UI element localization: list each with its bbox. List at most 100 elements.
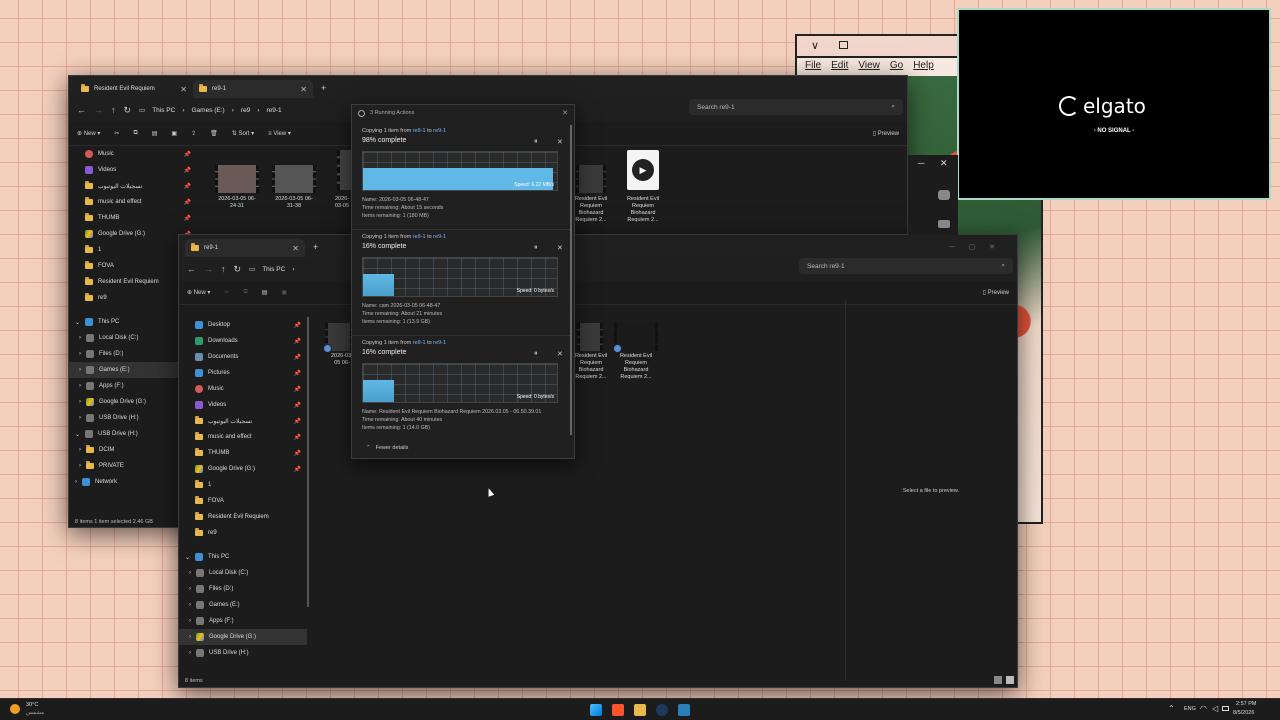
sidebar-item-re9[interactable]: re9 [179, 525, 307, 541]
volume-icon[interactable]: ◁ [1212, 704, 1218, 713]
menu-help[interactable]: Help [913, 60, 934, 71]
sidebar-item-thumb[interactable]: THUMB 📌 [179, 445, 307, 461]
sidebar-item-pictures[interactable]: Pictures 📌 [179, 365, 307, 381]
menu-file[interactable]: File [805, 60, 821, 71]
steam-icon[interactable] [656, 704, 668, 716]
new-button[interactable]: ⊕ New ▾ [77, 130, 100, 137]
scrollbar[interactable] [307, 317, 309, 607]
file-thumbnail[interactable] [272, 165, 316, 193]
discord-icon[interactable] [938, 190, 950, 200]
details-view-icon[interactable] [994, 676, 1002, 684]
paste-icon[interactable]: ▤ [152, 130, 158, 137]
tab-re9-1[interactable]: re9-1 ✕ [193, 80, 313, 98]
media-file-icon[interactable]: ▶ [627, 150, 659, 190]
new-button[interactable]: ⊕ New ▾ [187, 289, 210, 296]
chevron-down-icon[interactable]: ∨ [811, 39, 819, 52]
delete-icon[interactable]: 🗑 [210, 130, 218, 137]
sidebar-item-music[interactable]: Music 📌 [179, 381, 307, 397]
sidebar-item-h[interactable]: › USB Drive (H:) [179, 645, 307, 661]
dialog-scrollbar[interactable] [570, 125, 572, 435]
maximize-icon[interactable] [839, 41, 848, 49]
menu-go[interactable]: Go [890, 60, 903, 71]
weather-icon[interactable] [10, 704, 20, 714]
sidebar-item-google-drive[interactable]: Google Drive (G:)📌 [179, 461, 307, 477]
sidebar-item-youtube[interactable]: تسجيلات اليوتيوب 📌 [179, 413, 307, 429]
file-thumbnail[interactable] [577, 323, 603, 351]
preview-button[interactable]: ▯ Preview [983, 289, 1009, 296]
fewer-details-button[interactable]: ⌃ Fewer details [366, 445, 408, 451]
pause-icon[interactable]: ⏸ [534, 138, 538, 146]
cancel-icon[interactable]: ✕ [557, 138, 563, 146]
search-input[interactable]: Search re9-1 ⌕ [689, 99, 903, 115]
search-input[interactable]: Search re9-1 ⌕ [799, 258, 1013, 274]
view-button[interactable]: ≡ View ▾ [268, 130, 291, 137]
back-icon[interactable]: ← [77, 105, 86, 115]
sidebar-item-thumb[interactable]: THUMB 📌 [69, 210, 197, 226]
sidebar-item-e[interactable]: › Games (E:) [179, 597, 307, 613]
language-indicator[interactable]: ENG [1184, 706, 1196, 712]
sidebar-item-g[interactable]: › Google Drive (G:) [179, 629, 307, 645]
pause-icon[interactable]: ⏸ [534, 350, 538, 358]
rename-icon[interactable]: ▣ [171, 130, 177, 137]
clock-date[interactable]: 8/5/2026 [1233, 710, 1254, 716]
close-icon[interactable]: ✕ [562, 109, 568, 117]
new-tab-icon[interactable]: + [321, 83, 326, 93]
tab-resident-evil[interactable]: Resident Evil Requiem ✕ [75, 80, 193, 98]
youtube-icon[interactable] [938, 220, 950, 228]
breadcrumb[interactable]: ▭ This PC › Games (E:) › re9 › re9-1 [139, 106, 282, 115]
sidebar-item-music[interactable]: Music 📌 [69, 146, 197, 162]
sidebar-item-videos[interactable]: Videos 📌 [179, 397, 307, 413]
pause-icon[interactable]: ⏸ [534, 244, 538, 252]
cancel-icon[interactable]: ✕ [557, 350, 563, 358]
cancel-icon[interactable]: ✕ [557, 244, 563, 252]
close-icon[interactable]: ✕ [940, 158, 948, 169]
sort-button[interactable]: ⇅ Sort ▾ [232, 130, 254, 137]
sidebar-item-documents[interactable]: Documents 📌 [179, 349, 307, 365]
tiles-view-icon[interactable] [1006, 676, 1014, 684]
sidebar-item-music-effect[interactable]: music and effect 📌 [179, 429, 307, 445]
paste-icon[interactable]: ▤ [262, 289, 268, 296]
sidebar-item-videos[interactable]: Videos 📌 [69, 162, 197, 178]
cut-icon[interactable]: ✂ [114, 130, 119, 137]
forward-icon[interactable]: → [204, 264, 213, 274]
back-icon[interactable]: ← [187, 264, 196, 274]
preview-button[interactable]: ▯ Preview [873, 130, 899, 137]
sidebar-item-c[interactable]: › Local Disk (C:) [179, 565, 307, 581]
clock-time[interactable]: 2:57 PM [1236, 701, 1256, 707]
sidebar-item-desktop[interactable]: Desktop 📌 [179, 317, 307, 333]
file-thumbnail[interactable] [576, 165, 606, 193]
start-icon[interactable] [590, 704, 602, 716]
up-icon[interactable]: ↑ [221, 264, 226, 274]
up-icon[interactable]: ↑ [111, 105, 116, 115]
share-icon[interactable]: ⇪ [191, 130, 196, 137]
minimize-icon[interactable]: ─ [918, 158, 924, 168]
sidebar-item-resident-evil[interactable]: Resident Evil Requiem [179, 509, 307, 525]
forward-icon[interactable]: → [94, 105, 103, 115]
refresh-icon[interactable]: ↻ [124, 105, 132, 116]
tab-re9-1[interactable]: re9-1 ✕ [185, 239, 305, 257]
sidebar-item-1[interactable]: 1 [179, 477, 307, 493]
breadcrumb[interactable]: ▭ This PC › [249, 265, 294, 274]
sidebar-item-this-pc[interactable]: ⌄ This PC [179, 549, 307, 565]
close-icon[interactable]: ✕ [292, 244, 299, 253]
battery-icon[interactable] [1222, 706, 1229, 711]
sidebar-item-youtube[interactable]: تسجيلات اليوتيوب 📌 [69, 178, 197, 194]
sidebar-item-music-effect[interactable]: music and effect 📌 [69, 194, 197, 210]
app-icon[interactable] [678, 704, 690, 716]
new-tab-icon[interactable]: + [313, 242, 318, 252]
copy-icon[interactable]: ⧉ [133, 130, 137, 137]
sidebar-item-f[interactable]: › Apps (F:) [179, 613, 307, 629]
menu-edit[interactable]: Edit [831, 60, 848, 71]
window-controls[interactable]: ─▢✕ [950, 243, 1009, 251]
sidebar-item-fova[interactable]: FOVA [179, 493, 307, 509]
sidebar-item-downloads[interactable]: Downloads 📌 [179, 333, 307, 349]
refresh-icon[interactable]: ↻ [234, 264, 242, 275]
chevron-up-icon[interactable]: ⌃ [1168, 704, 1175, 713]
wifi-icon[interactable]: ◠ [1200, 704, 1207, 713]
close-icon[interactable]: ✕ [300, 85, 307, 94]
sidebar-item-d[interactable]: › Files (D:) [179, 581, 307, 597]
brave-icon[interactable] [612, 704, 624, 716]
close-icon[interactable]: ✕ [180, 85, 187, 94]
file-explorer-icon[interactable] [634, 704, 646, 716]
menu-view[interactable]: View [858, 60, 880, 71]
